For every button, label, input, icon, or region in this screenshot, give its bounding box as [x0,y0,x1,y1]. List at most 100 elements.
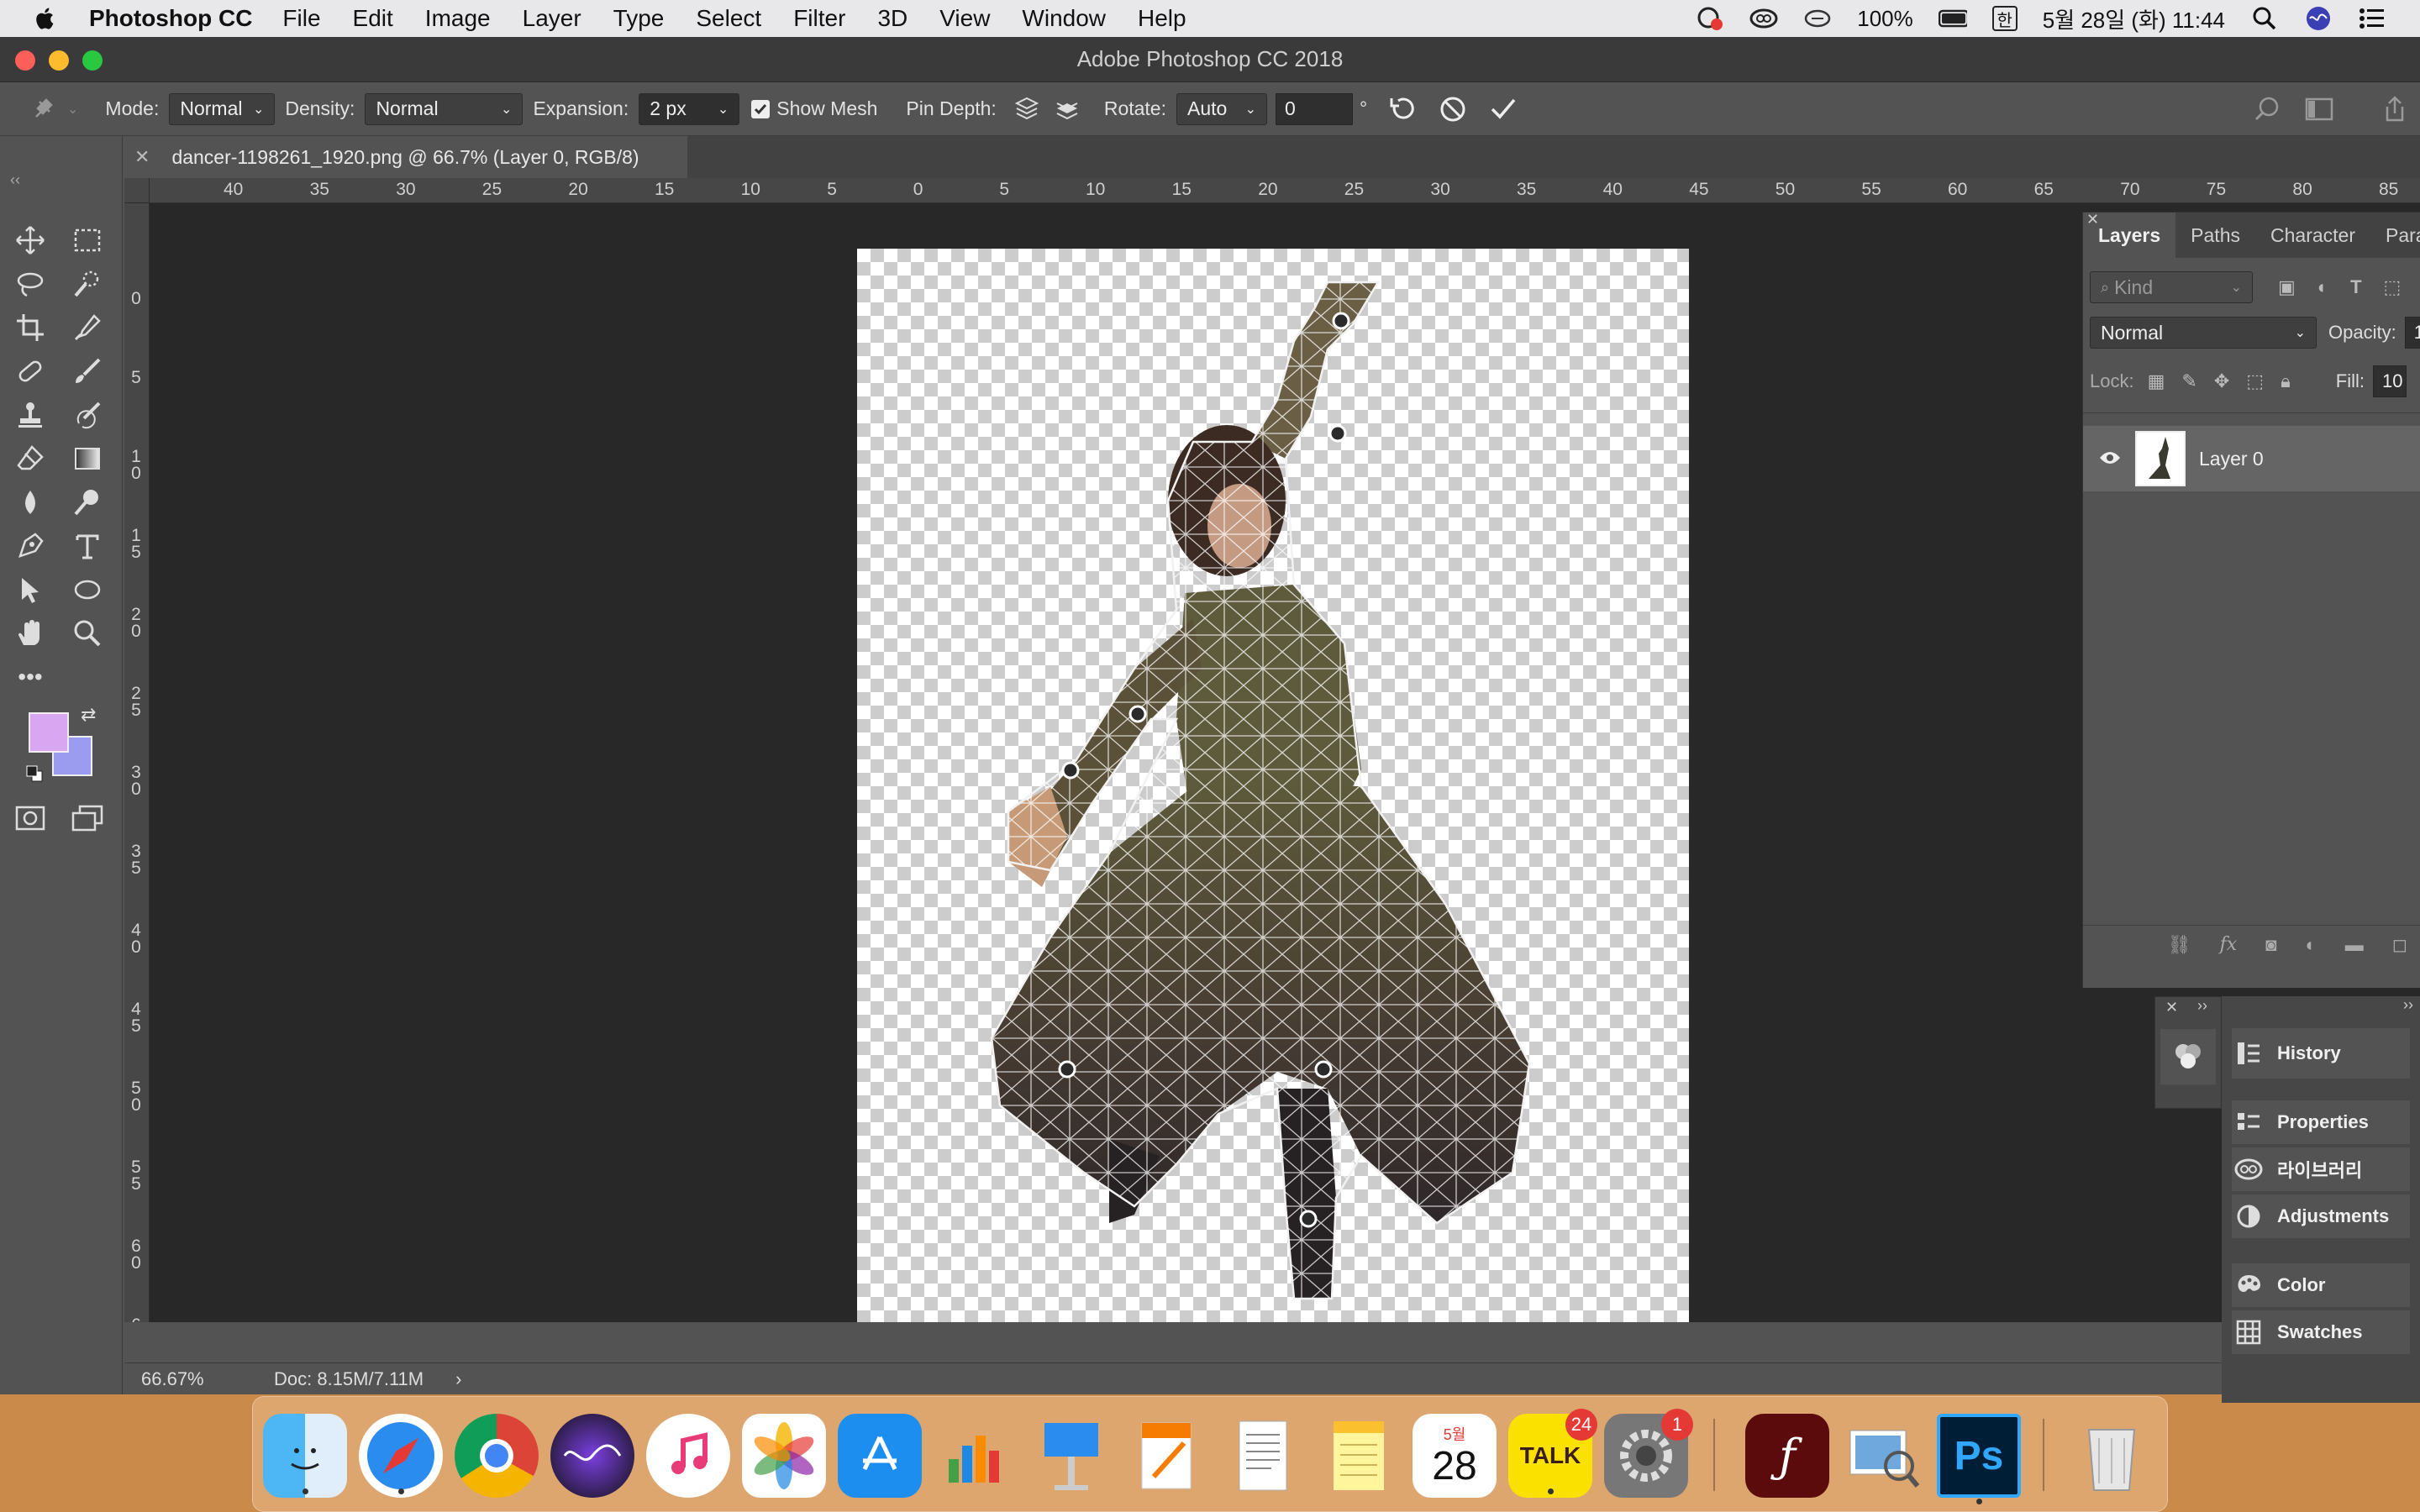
lasso-tool-icon[interactable] [8,262,52,306]
tab-paragraph[interactable]: Paragra [2370,213,2420,258]
dancer-image-with-mesh[interactable] [857,249,1689,1322]
new-group-icon[interactable]: ▬ [2345,934,2364,956]
adjustments-panel-button[interactable]: Adjustments [2232,1194,2410,1238]
properties-panel-button[interactable]: Properties [2232,1100,2410,1144]
sync-cloud-icon[interactable] [1803,6,1832,31]
notification-tray-icon[interactable] [1696,6,1724,31]
system-preferences-app-icon[interactable]: 1 [1604,1409,1693,1498]
chrome-app-icon[interactable] [455,1414,539,1498]
history-panel-button[interactable]: History [2232,1028,2410,1079]
zoom-window-button[interactable] [82,50,103,71]
menu-layer[interactable]: Layer [523,5,581,32]
filter-pixel-layers-icon[interactable]: ▣ [2278,276,2296,298]
finder-app-icon[interactable] [263,1414,347,1498]
type-tool-icon[interactable] [66,524,109,568]
spotlight-search-icon[interactable] [2250,6,2279,31]
ellipse-tool-icon[interactable] [66,568,109,612]
menu-type[interactable]: Type [613,5,665,32]
document-canvas[interactable] [857,249,1689,1322]
horizontal-ruler[interactable]: 40 35 30 25 20 15 10 5 0 5 10 15 20 25 30 35 40 45 50 55 60 6… [124,178,2420,203]
move-tool-icon[interactable] [8,218,52,262]
lock-image-icon[interactable]: ✎ [2181,370,2196,392]
new-adjustment-layer-icon[interactable]: ◐ [2305,934,2316,956]
crop-tool-icon[interactable] [8,306,52,349]
channels-icon[interactable] [2160,1029,2216,1084]
filter-shape-layers-icon[interactable]: ⬚ [2384,276,2402,298]
foreground-color-swatch[interactable] [29,712,69,753]
quick-mask-icon[interactable] [8,796,52,840]
mode-select[interactable]: Normal ⌄ [169,92,276,125]
ruler-origin[interactable] [124,178,150,203]
swap-colors-icon[interactable]: ⇄ [81,704,96,726]
workspace-layout-icon[interactable] [2302,92,2336,126]
app-name-menu[interactable]: Photoshop CC [89,5,252,32]
kakaotalk-app-icon[interactable]: TALK 24 [1508,1409,1597,1498]
trash-icon[interactable] [2070,1414,2154,1498]
gradient-tool-icon[interactable] [66,437,109,480]
fill-input[interactable]: 10 [2373,365,2407,397]
photoshop-app-icon[interactable]: Ps [1937,1414,2021,1504]
healing-brush-tool-icon[interactable] [8,349,52,393]
lock-transparent-icon[interactable]: ▦ [2148,370,2165,392]
zoom-tool-icon[interactable] [66,612,109,655]
filter-adjustment-layers-icon[interactable]: ◐ [2317,276,2328,298]
creative-cloud-icon[interactable] [1749,6,1778,31]
blend-mode-select[interactable]: Normal ⌄ [2090,317,2317,349]
eraser-tool-icon[interactable] [8,437,52,480]
menu-select[interactable]: Select [696,5,761,32]
lock-position-icon[interactable]: ✥ [2214,370,2229,392]
clone-stamp-tool-icon[interactable] [8,393,52,437]
history-brush-tool-icon[interactable] [66,393,109,437]
tab-paths[interactable]: Paths [2175,213,2255,258]
close-panel-icon[interactable]: ✕ [2086,211,2099,228]
density-select[interactable]: Normal ⌄ [365,92,523,125]
flash-player-app-icon[interactable]: ƒ [1745,1414,1829,1498]
show-mesh-checkbox[interactable] [751,99,771,118]
expand-panels-icon[interactable]: ›› [2403,996,2413,1014]
layer-name[interactable]: Layer 0 [2199,448,2264,470]
siri-icon[interactable] [2304,6,2333,31]
minimize-window-button[interactable] [49,50,69,71]
menu-image[interactable]: Image [425,5,491,32]
menu-filter[interactable]: Filter [793,5,845,32]
default-colors-icon[interactable] [25,764,44,787]
marquee-tool-icon[interactable] [66,218,109,262]
pages-app-icon[interactable] [1125,1414,1209,1498]
color-panel-button[interactable]: Color [2232,1263,2410,1307]
puppet-warp-tool-preset-icon[interactable] [25,92,59,126]
brush-tool-icon[interactable] [66,349,109,393]
dodge-tool-icon[interactable] [66,480,109,524]
menu-file[interactable]: File [282,5,320,32]
safari-app-icon[interactable] [359,1414,443,1498]
preset-dropdown-caret[interactable]: ⌄ [67,101,78,118]
siri-app-icon[interactable] [550,1414,634,1498]
new-layer-icon[interactable]: ◻ [2392,934,2407,956]
lock-artboard-icon[interactable]: ⬚ [2246,370,2264,392]
photos-app-icon[interactable] [742,1414,826,1498]
zoom-level[interactable]: 66.67% [141,1368,242,1390]
layer-kind-filter[interactable]: ⌕ Kind ⌄ [2090,271,2253,303]
textedit-app-icon[interactable] [1221,1414,1305,1498]
commit-warp-icon[interactable] [1486,92,1520,126]
close-tab-icon[interactable]: ✕ [134,146,150,168]
pin-forward-icon[interactable] [1010,92,1044,126]
blur-tool-icon[interactable] [8,480,52,524]
filter-type-layers-icon[interactable]: T [2350,276,2361,298]
edit-toolbar-icon[interactable]: ••• [8,655,52,699]
tab-character[interactable]: Character [2255,213,2370,258]
menu-edit[interactable]: Edit [353,5,393,32]
quick-selection-tool-icon[interactable] [66,262,109,306]
remove-all-pins-icon[interactable] [1386,92,1419,126]
collapse-toolbox-icon[interactable]: ‹‹ [10,171,20,189]
link-layers-icon[interactable]: ⛓︎ [2168,934,2191,956]
menu-window[interactable]: Window [1022,5,1106,32]
rotate-degrees-input[interactable]: 0 [1275,92,1353,125]
battery-icon[interactable] [1938,6,1967,31]
clock[interactable]: 5월 28일 (화) 11:44 [2043,3,2225,34]
swatches-panel-button[interactable]: Swatches [2232,1310,2410,1354]
lock-all-icon[interactable]: 🔒︎ [2281,370,2291,392]
cancel-warp-icon[interactable] [1436,92,1470,126]
visibility-eye-icon[interactable] [2098,448,2123,470]
expansion-field[interactable]: 2 px ⌄ [639,92,740,125]
input-method-indicator[interactable]: 한 [1991,6,2018,31]
